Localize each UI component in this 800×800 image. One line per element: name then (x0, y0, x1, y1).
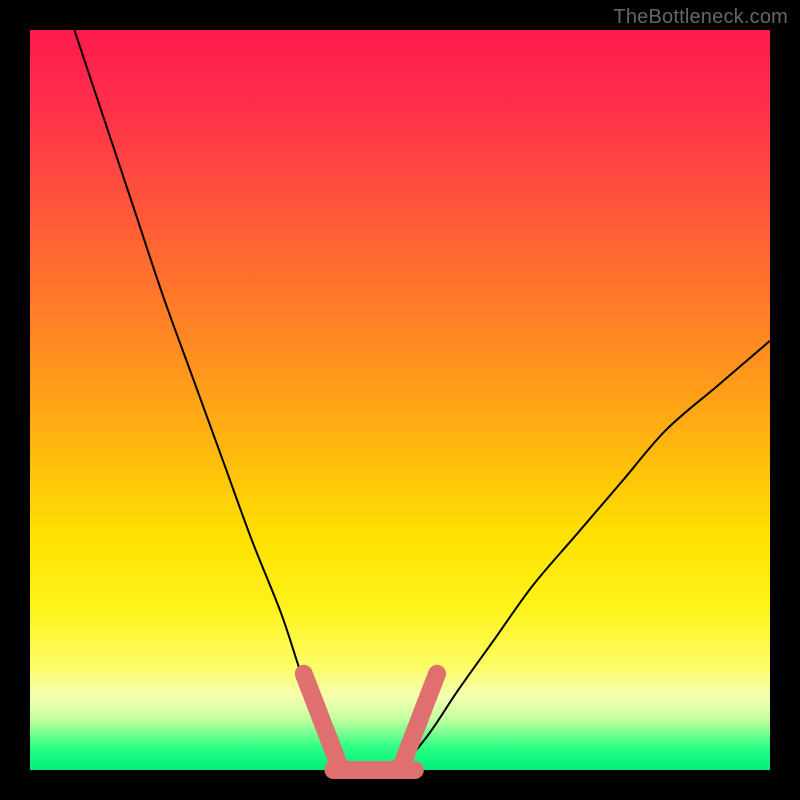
chart-frame: TheBottleneck.com (0, 0, 800, 800)
plot-area (30, 30, 770, 770)
watermark-text: TheBottleneck.com (613, 6, 788, 29)
marker-right-diagonal (400, 674, 437, 770)
left-curve (74, 30, 340, 770)
right-curve (400, 341, 770, 770)
curve-layer (30, 30, 770, 770)
marker-left-diagonal (304, 674, 341, 770)
